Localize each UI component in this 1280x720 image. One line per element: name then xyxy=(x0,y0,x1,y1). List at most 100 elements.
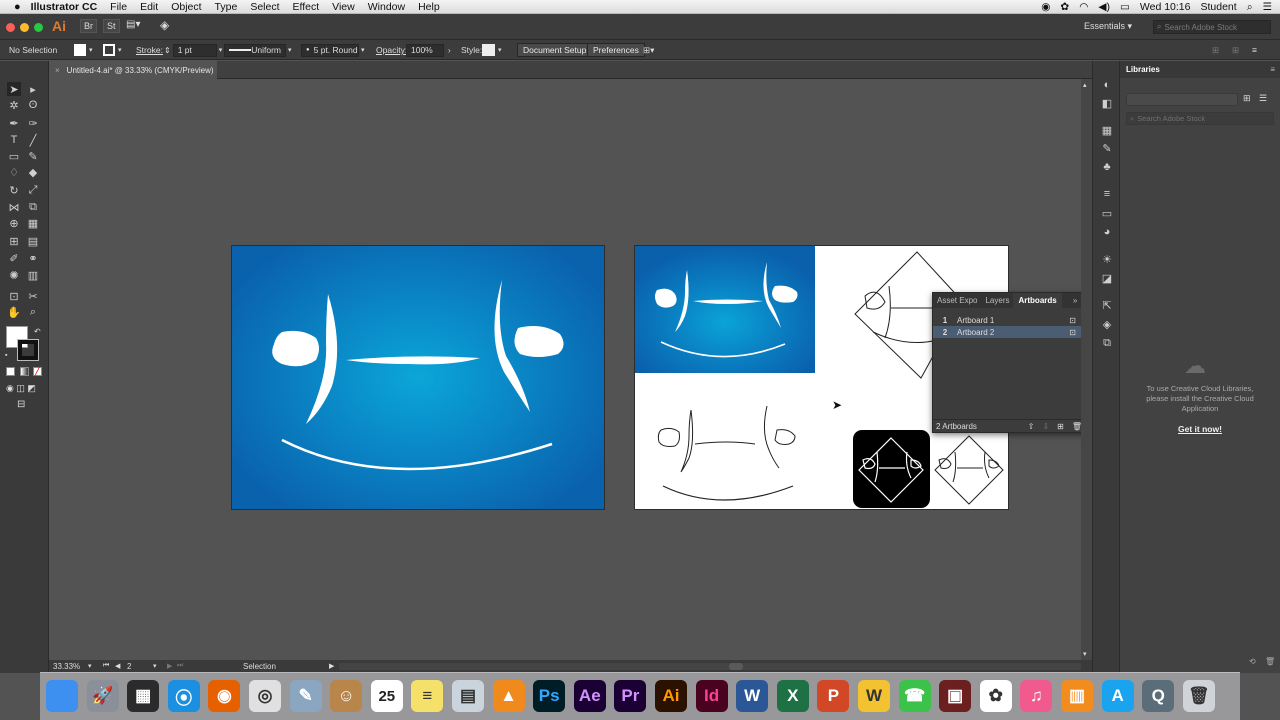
stroke-stepper-icon[interactable]: ⇕ xyxy=(164,46,171,55)
dock-trash-icon[interactable]: 🗑 xyxy=(1182,680,1215,712)
rotate-tool-icon[interactable]: ↻ xyxy=(7,183,21,197)
shape-builder-tool-icon[interactable]: ⊕ xyxy=(7,216,21,230)
artboard-options-icon[interactable]: ⊡ xyxy=(1069,316,1076,325)
color-panel-icon[interactable]: ◐ xyxy=(1100,78,1114,92)
screen-mode-icon[interactable]: ⊟ xyxy=(17,399,25,410)
artboard-row-1[interactable]: 1 Artboard 1 ⊡ xyxy=(933,314,1090,326)
profile-dropdown-icon[interactable]: ▾ xyxy=(288,46,292,54)
user-name[interactable]: Student xyxy=(1200,1,1236,13)
opacity-arrow-icon[interactable]: › xyxy=(448,46,451,55)
menu-file[interactable]: File xyxy=(110,1,127,13)
record-icon[interactable]: ◉ xyxy=(1041,1,1050,13)
artboard-1[interactable] xyxy=(232,246,604,509)
last-artboard-icon[interactable]: ⏭ xyxy=(177,662,183,670)
stroke-weight-dropdown-icon[interactable]: ▾ xyxy=(219,46,223,54)
delete-library-icon[interactable]: 🗑 xyxy=(1265,657,1275,666)
direct-selection-tool-icon[interactable]: ▸ xyxy=(26,82,40,96)
zoom-window-icon[interactable] xyxy=(34,23,43,32)
control-menu-icon[interactable]: ≡ xyxy=(1252,43,1257,57)
dock-calendar-icon[interactable]: 25 xyxy=(370,680,403,712)
list-view-icon[interactable]: ☰ xyxy=(1259,93,1267,104)
scroll-down-icon[interactable]: ▾ xyxy=(1083,650,1087,658)
dock-excel-icon[interactable]: X xyxy=(776,680,809,712)
fill-swatch[interactable] xyxy=(74,44,86,56)
dock-fetch-icon[interactable]: W xyxy=(858,680,890,712)
color-mode-icon[interactable] xyxy=(6,367,15,376)
horizontal-scroll-thumb[interactable] xyxy=(729,663,743,670)
dock-finder-icon[interactable] xyxy=(46,680,78,712)
default-colors-icon[interactable]: ▪ xyxy=(5,352,7,359)
status-menu-icon[interactable]: ▶ xyxy=(329,662,334,670)
variable-width-profile[interactable]: Uniform xyxy=(224,43,286,57)
get-it-now-link[interactable]: Get it now! xyxy=(1120,424,1280,434)
swap-colors-icon[interactable]: ↶ xyxy=(34,327,41,336)
menu-effect[interactable]: Effect xyxy=(293,1,320,13)
eraser-tool-icon[interactable]: ◆ xyxy=(26,165,40,179)
scale-tool-icon[interactable]: ⤢ xyxy=(26,183,40,197)
gpu-performance-icon[interactable]: ◈ xyxy=(160,18,169,32)
arrange-icon[interactable]: ⊞▾ xyxy=(643,43,654,57)
close-tab-icon[interactable]: × xyxy=(55,66,60,75)
library-dropdown[interactable] xyxy=(1126,93,1238,106)
grid-view-icon[interactable]: ⊞ xyxy=(1243,93,1251,104)
tab-artboards[interactable]: Artboards xyxy=(1013,293,1062,308)
stroke-dropdown-icon[interactable]: ▾ xyxy=(118,43,122,57)
libraries-menu-icon[interactable]: ≡ xyxy=(1270,65,1275,74)
minimize-window-icon[interactable] xyxy=(20,23,29,32)
dock-itunes-icon[interactable]: ♫ xyxy=(1020,680,1053,712)
stock-search-input[interactable]: ⌕ Search Adobe Stock xyxy=(1153,20,1271,34)
scroll-up-icon[interactable]: ▴ xyxy=(1083,81,1087,89)
artboard-dropdown-icon[interactable]: ▾ xyxy=(153,662,157,670)
transparency-panel-icon[interactable]: ◕ xyxy=(1100,225,1114,239)
graphic-styles-icon[interactable]: ◪ xyxy=(1100,271,1114,285)
perspective-grid-tool-icon[interactable]: ▦ xyxy=(26,216,40,230)
pen-tool-icon[interactable]: ✒ xyxy=(7,116,21,130)
brush-definition[interactable]: ● 5 pt. Round xyxy=(301,43,359,57)
dock-after-effects-icon[interactable]: Ae xyxy=(573,680,606,712)
bridge-button[interactable]: Br xyxy=(80,19,97,33)
magic-wand-tool-icon[interactable]: ✲ xyxy=(7,98,21,112)
paintbrush-tool-icon[interactable]: ✎ xyxy=(26,149,40,163)
dock-photos-preview-icon[interactable]: ▤ xyxy=(452,680,484,712)
artboard-options-icon[interactable]: ⊡ xyxy=(1069,328,1076,337)
asset-export-icon[interactable]: ⇱ xyxy=(1100,298,1114,312)
clock[interactable]: Wed 10:16 xyxy=(1140,1,1191,13)
dock-photos-icon[interactable]: ✿ xyxy=(979,680,1012,712)
none-mode-icon[interactable]: ╱ xyxy=(33,367,42,376)
menu-help[interactable]: Help xyxy=(418,1,440,13)
style-dropdown-icon[interactable]: ▾ xyxy=(498,43,502,57)
library-search-input[interactable]: ⌕ Search Adobe Stock xyxy=(1126,112,1274,125)
dock-safari-icon[interactable]: ⦿ xyxy=(167,680,200,712)
dock-word-icon[interactable]: W xyxy=(736,680,769,712)
transform-icon[interactable]: ⊞ xyxy=(1232,43,1239,57)
next-artboard-icon[interactable]: ▶ xyxy=(167,662,172,670)
stock-button[interactable]: St xyxy=(103,19,120,33)
preferences-button[interactable]: Preferences xyxy=(587,43,645,57)
close-window-icon[interactable] xyxy=(6,23,15,32)
align-icon[interactable]: ⊞ xyxy=(1212,43,1219,57)
fill-dropdown-icon[interactable]: ▾ xyxy=(89,43,93,57)
spotlight-icon[interactable]: ⌕ xyxy=(1247,1,1253,14)
dock-app-store-icon[interactable]: A xyxy=(1101,680,1134,712)
column-graph-tool-icon[interactable]: ▥ xyxy=(26,268,40,282)
notification-center-icon[interactable]: ☰ xyxy=(1263,1,1272,13)
document-tab[interactable]: × Untitled-4.ai* @ 33.33% (CMYK/Preview) xyxy=(49,61,217,79)
menu-select[interactable]: Select xyxy=(250,1,279,13)
dock-photoshop-icon[interactable]: Ps xyxy=(533,680,566,712)
stroke-color-box[interactable] xyxy=(17,339,39,361)
zoom-tool-icon[interactable]: ⌕ xyxy=(26,305,40,319)
symbols-panel-icon[interactable]: ♣ xyxy=(1100,160,1114,174)
free-transform-tool-icon[interactable]: ⧉ xyxy=(26,200,40,214)
swatches-panel-icon[interactable]: ▦ xyxy=(1100,123,1114,137)
dock-launchpad-icon[interactable]: 🚀 xyxy=(86,680,119,712)
move-up-icon[interactable]: ⇧ xyxy=(1028,422,1035,431)
dock-ibooks-icon[interactable]: ▥ xyxy=(1061,680,1093,712)
graphic-style-swatch[interactable] xyxy=(482,44,495,56)
curvature-tool-icon[interactable]: ✑ xyxy=(26,116,40,130)
dock-indesign-icon[interactable]: Id xyxy=(695,680,728,712)
menu-object[interactable]: Object xyxy=(171,1,201,13)
arrange-documents-icon[interactable]: ▤▾ xyxy=(126,19,140,30)
dock-firefox-icon[interactable]: ◉ xyxy=(208,680,241,712)
zoom-dropdown-icon[interactable]: ▾ xyxy=(88,662,92,670)
battery-icon[interactable]: ▭ xyxy=(1120,1,1130,13)
